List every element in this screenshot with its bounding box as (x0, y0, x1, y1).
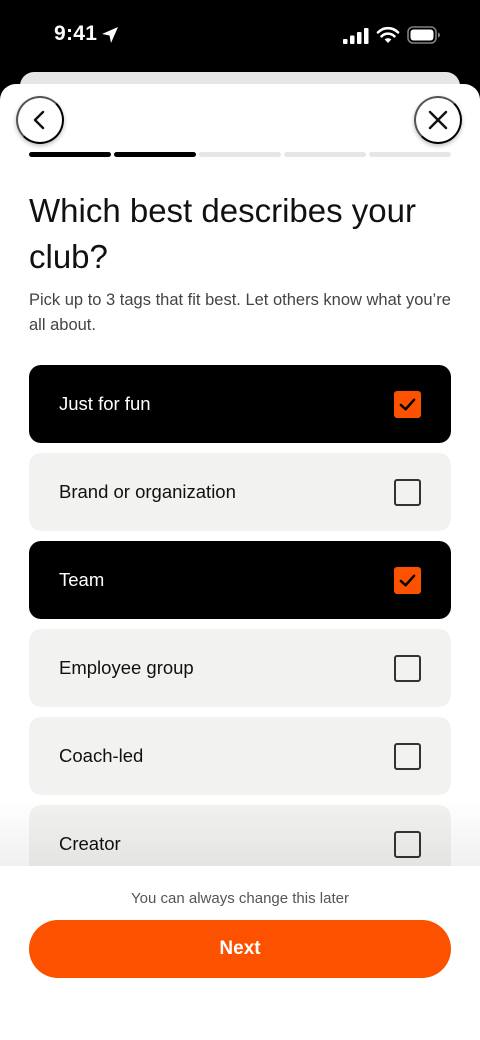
tag-option[interactable]: Team (29, 541, 451, 619)
tag-option-label: Creator (59, 833, 121, 854)
tag-option-label: Employee group (59, 657, 194, 678)
tag-option[interactable]: Brand or organization (29, 453, 451, 531)
step-progress (29, 152, 451, 157)
tag-option-label: Coach-led (59, 745, 144, 766)
tag-checkbox[interactable] (394, 743, 421, 770)
tag-checkbox[interactable] (394, 567, 421, 594)
footer: You can always change this later Next (0, 866, 480, 1040)
modal-sheet: Which best describes your club? Pick up … (0, 84, 480, 1040)
tag-option-label: Just for fun (59, 393, 151, 414)
location-arrow-icon (102, 27, 118, 43)
status-time: 9:41 (54, 22, 98, 45)
close-icon (428, 110, 448, 130)
tag-option[interactable]: Employee group (29, 629, 451, 707)
close-button[interactable] (414, 96, 462, 144)
tag-checkbox[interactable] (394, 391, 421, 418)
tag-options-list: Just for fun Brand or organization Team Emp… (29, 365, 451, 893)
battery-icon (407, 26, 440, 44)
progress-segment (284, 152, 366, 157)
back-button[interactable] (16, 96, 64, 144)
page-title: Which best describes your club? (29, 192, 416, 275)
progress-segment (29, 152, 111, 157)
tag-checkbox[interactable] (394, 655, 421, 682)
tag-option[interactable]: Just for fun (29, 365, 451, 443)
checkmark-icon (399, 574, 416, 587)
change-later-hint: You can always change this later (131, 890, 349, 907)
progress-segment (114, 152, 196, 157)
wifi-icon (376, 26, 400, 43)
checkmark-icon (399, 398, 416, 411)
page-subtitle: Pick up to 3 tags that fit best. Let oth… (29, 291, 451, 334)
tag-checkbox[interactable] (394, 831, 421, 858)
tag-option-label: Brand or organization (59, 481, 236, 502)
tag-checkbox[interactable] (394, 479, 421, 506)
chevron-left-icon (33, 110, 45, 130)
next-button[interactable]: Next (29, 920, 451, 978)
tag-option[interactable]: Coach-led (29, 717, 451, 795)
progress-segment (369, 152, 451, 157)
progress-segment (199, 152, 281, 157)
status-bar: 9:41 (0, 0, 480, 72)
cellular-signal-icon (343, 28, 369, 44)
tag-option-label: Team (59, 569, 105, 590)
